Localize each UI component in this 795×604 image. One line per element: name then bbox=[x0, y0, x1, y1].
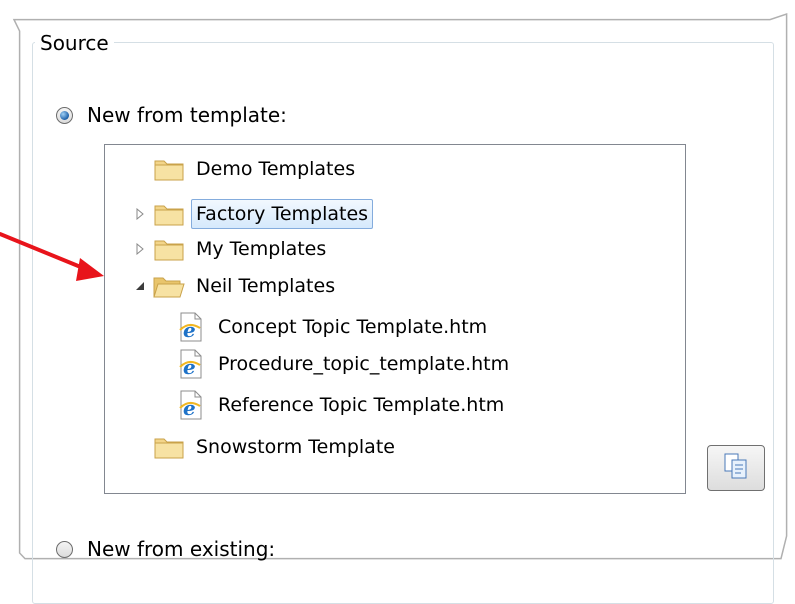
tree-item-label: Snowstorm Template bbox=[196, 436, 395, 458]
tree-item-label: Factory Templates bbox=[191, 199, 374, 229]
new-from-existing-radio[interactable] bbox=[56, 540, 73, 558]
svg-text:e: e bbox=[183, 318, 196, 342]
ie-file-icon: e bbox=[173, 389, 209, 421]
tree-item-concept-topic-template[interactable]: e Concept Topic Template.htm bbox=[173, 309, 492, 345]
folder-icon bbox=[151, 153, 187, 185]
tree-item-label: Procedure_topic_template.htm bbox=[218, 353, 510, 375]
tree-item-procedure-topic-template[interactable]: e Procedure_topic_template.htm bbox=[173, 346, 514, 382]
tree-item-snowstorm-template[interactable]: Snowstorm Template bbox=[151, 429, 400, 465]
tree-expander-expanded[interactable] bbox=[133, 279, 147, 293]
folder-icon bbox=[151, 431, 187, 463]
tree-item-label: Concept Topic Template.htm bbox=[218, 316, 488, 338]
tree-item-reference-topic-template[interactable]: e Reference Topic Template.htm bbox=[173, 387, 509, 423]
tree-expander-collapsed[interactable] bbox=[133, 207, 147, 221]
tree-item-demo-templates[interactable]: Demo Templates bbox=[151, 151, 360, 187]
tree-item-label: Neil Templates bbox=[196, 275, 336, 297]
source-group-title: Source bbox=[35, 30, 114, 56]
svg-text:e: e bbox=[183, 355, 196, 379]
folder-open-icon bbox=[151, 270, 187, 302]
new-from-existing-option[interactable]: New from existing: bbox=[56, 536, 275, 562]
tree-item-factory-templates[interactable]: Factory Templates bbox=[151, 196, 374, 232]
new-topic-dialog-panel: Source New from template: Demo Templates… bbox=[0, 0, 795, 604]
copy-template-button[interactable] bbox=[707, 445, 765, 491]
new-from-template-option[interactable]: New from template: bbox=[56, 102, 287, 128]
new-from-existing-label: New from existing: bbox=[87, 537, 276, 561]
tree-item-neil-templates[interactable]: Neil Templates bbox=[151, 268, 340, 304]
copy-icon bbox=[721, 451, 751, 485]
template-tree[interactable]: Demo Templates Factory Templates My Temp… bbox=[104, 144, 686, 494]
new-from-template-label: New from template: bbox=[87, 103, 287, 127]
tree-item-label: Reference Topic Template.htm bbox=[218, 394, 505, 416]
folder-icon bbox=[151, 198, 187, 230]
svg-text:e: e bbox=[183, 396, 196, 420]
tree-item-label: My Templates bbox=[196, 238, 327, 260]
tree-item-my-templates[interactable]: My Templates bbox=[151, 231, 331, 267]
tree-item-label: Demo Templates bbox=[196, 158, 356, 180]
ie-file-icon: e bbox=[173, 348, 209, 380]
tree-expander-collapsed[interactable] bbox=[133, 242, 147, 256]
folder-icon bbox=[151, 233, 187, 265]
new-from-template-radio[interactable] bbox=[56, 106, 73, 124]
ie-file-icon: e bbox=[173, 311, 209, 343]
